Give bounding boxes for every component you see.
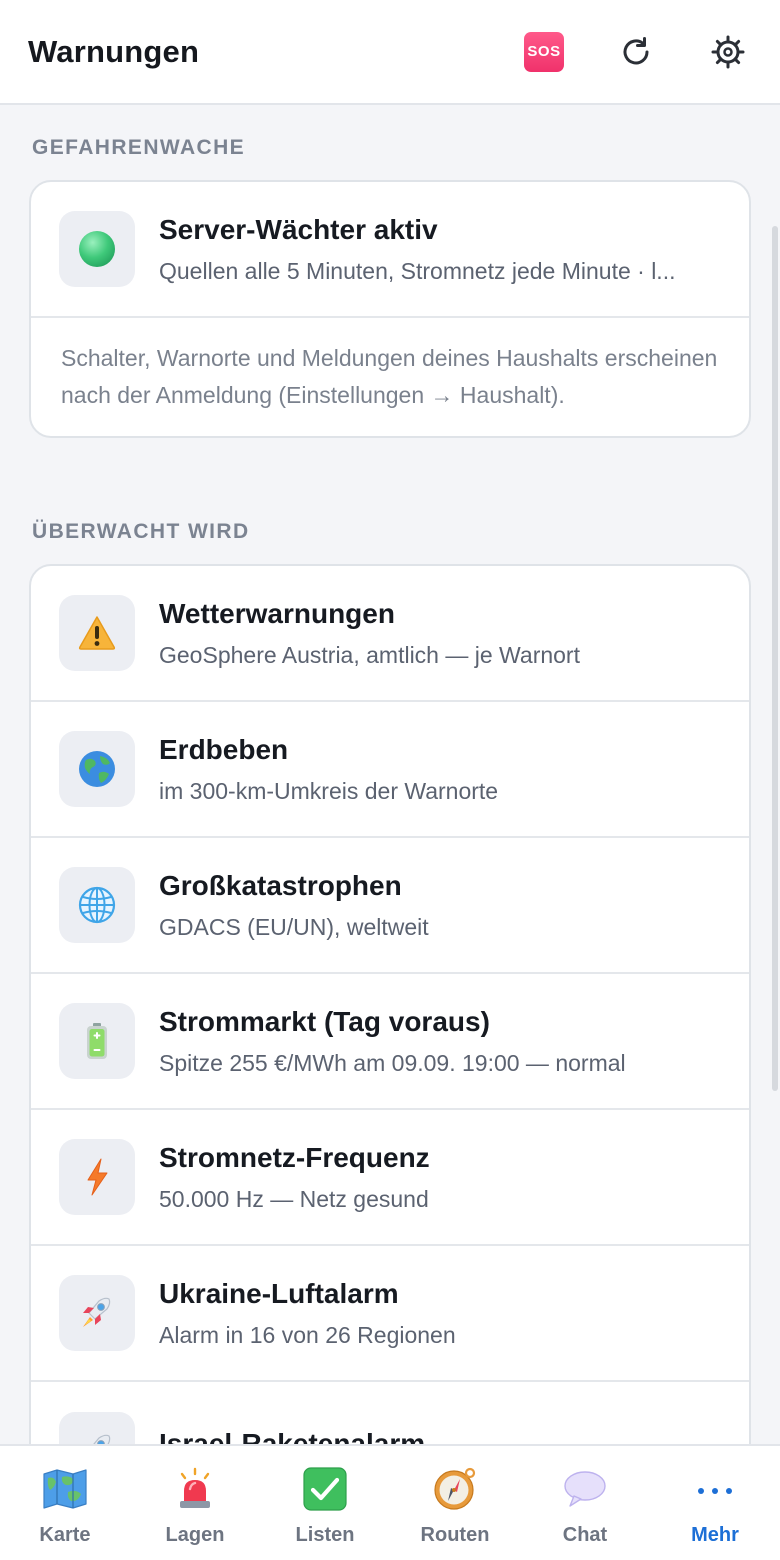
tab-label: Chat bbox=[562, 1524, 608, 1546]
tab-label: Mehr bbox=[691, 1524, 739, 1546]
map-icon bbox=[43, 1469, 87, 1509]
tab-routen[interactable]: Routen bbox=[390, 1446, 520, 1560]
list-item-strommarkt[interactable]: Strommarkt (Tag voraus) Spitze 255 €/MWh… bbox=[31, 974, 749, 1110]
tab-lagen[interactable]: Lagen bbox=[130, 1446, 260, 1560]
watcher-status-icon-box bbox=[59, 211, 135, 287]
item-title: Strommarkt (Tag voraus) bbox=[159, 1005, 490, 1037]
warning-icon bbox=[78, 616, 116, 650]
item-title: Stromnetz-Frequenz bbox=[159, 1141, 430, 1173]
sos-button[interactable]: SOS bbox=[520, 28, 568, 76]
item-subtitle: im 300-km-Umkreis der Warnorte bbox=[159, 777, 499, 804]
tab-label: Lagen bbox=[165, 1524, 225, 1546]
section-title-gefahrenwache: GEFAHRENWACHE bbox=[32, 136, 246, 159]
item-title: Ukraine-Luftalarm bbox=[159, 1277, 399, 1309]
page-title: Warnungen bbox=[28, 33, 200, 69]
watcher-status-row[interactable]: Server-Wächter aktiv Quellen alle 5 Minu… bbox=[31, 182, 749, 318]
item-title: Israel-Raketenalarm bbox=[159, 1428, 426, 1444]
tab-mehr[interactable]: Mehr bbox=[650, 1446, 780, 1560]
settings-button[interactable] bbox=[704, 28, 752, 76]
tab-label: Listen bbox=[295, 1524, 355, 1546]
tab-listen[interactable]: Listen bbox=[260, 1446, 390, 1560]
login-hint: Schalter, Warnorte und Meldungen deines … bbox=[61, 345, 718, 408]
watcher-card: Server-Wächter aktiv Quellen alle 5 Minu… bbox=[29, 180, 751, 438]
checkbox-icon bbox=[303, 1467, 347, 1511]
sos-icon: SOS bbox=[524, 31, 564, 72]
item-subtitle: GDACS (EU/UN), weltweit bbox=[159, 913, 429, 940]
rocket-icon bbox=[83, 1297, 111, 1327]
list-item-stromnetz-frequenz[interactable]: Stromnetz-Frequenz 50.000 Hz — Netz gesu… bbox=[31, 1110, 749, 1246]
item-subtitle: Alarm in 16 von 26 Regionen bbox=[159, 1321, 456, 1348]
scrollbar[interactable] bbox=[772, 226, 778, 1091]
item-subtitle: GeoSphere Austria, amtlich — je Warnort bbox=[159, 641, 580, 668]
rocket-icon bbox=[93, 1434, 111, 1444]
app-header: Warnungen SOS bbox=[0, 0, 780, 105]
tab-label: Karte bbox=[39, 1524, 91, 1546]
siren-icon bbox=[180, 1467, 210, 1508]
list-item-wetterwarnungen[interactable]: Wetterwarnungen GeoSphere Austria, amtli… bbox=[31, 566, 749, 702]
list-item-grosskatastrophen[interactable]: Großkatastrophen GDACS (EU/UN), weltweit bbox=[31, 838, 749, 974]
watcher-subtitle: Quellen alle 5 Minuten, Stromnetz jede M… bbox=[159, 257, 676, 284]
item-title: Wetterwarnungen bbox=[159, 597, 395, 629]
list-item-israel-raketenalarm[interactable]: Israel-Raketenalarm bbox=[31, 1382, 749, 1444]
list-item-erdbeben[interactable]: Erdbeben im 300-km-Umkreis der Warnorte bbox=[31, 702, 749, 838]
more-dots-icon bbox=[698, 1488, 732, 1494]
gear-icon bbox=[711, 35, 745, 68]
item-subtitle: Spitze 255 €/MWh am 09.09. 19:00 — norma… bbox=[159, 1049, 626, 1076]
battery-icon bbox=[87, 1023, 107, 1059]
watcher-title: Server-Wächter aktiv bbox=[159, 213, 438, 245]
lightning-icon bbox=[87, 1158, 108, 1196]
item-title: Großkatastrophen bbox=[159, 869, 402, 901]
green-circle-icon bbox=[79, 231, 115, 267]
monitored-list: Wetterwarnungen GeoSphere Austria, amtli… bbox=[29, 564, 751, 1444]
list-item-ukraine-luftalarm[interactable]: Ukraine-Luftalarm Alarm in 16 von 26 Reg… bbox=[31, 1246, 749, 1382]
warnings-content[interactable]: GEFAHRENWACHE Server-Wächter aktiv Quell… bbox=[0, 106, 780, 1444]
compass-icon bbox=[434, 1467, 476, 1510]
item-subtitle: 50.000 Hz — Netz gesund bbox=[159, 1185, 429, 1212]
tab-label: Routen bbox=[420, 1524, 490, 1546]
refresh-icon bbox=[623, 36, 649, 64]
item-title: Erdbeben bbox=[159, 733, 289, 765]
tab-karte[interactable]: Karte bbox=[0, 1446, 130, 1560]
section-title-ueberwacht: ÜBERWACHT WIRD bbox=[32, 520, 250, 543]
tab-chat[interactable]: Chat bbox=[520, 1446, 650, 1560]
speech-bubble-icon bbox=[564, 1471, 606, 1507]
refresh-button[interactable] bbox=[612, 28, 660, 76]
bottom-tab-bar: Karte Lagen Listen Routen Chat Mehr bbox=[0, 1444, 780, 1560]
earth-globe-icon bbox=[79, 751, 115, 787]
globe-meridians-icon bbox=[78, 886, 116, 924]
